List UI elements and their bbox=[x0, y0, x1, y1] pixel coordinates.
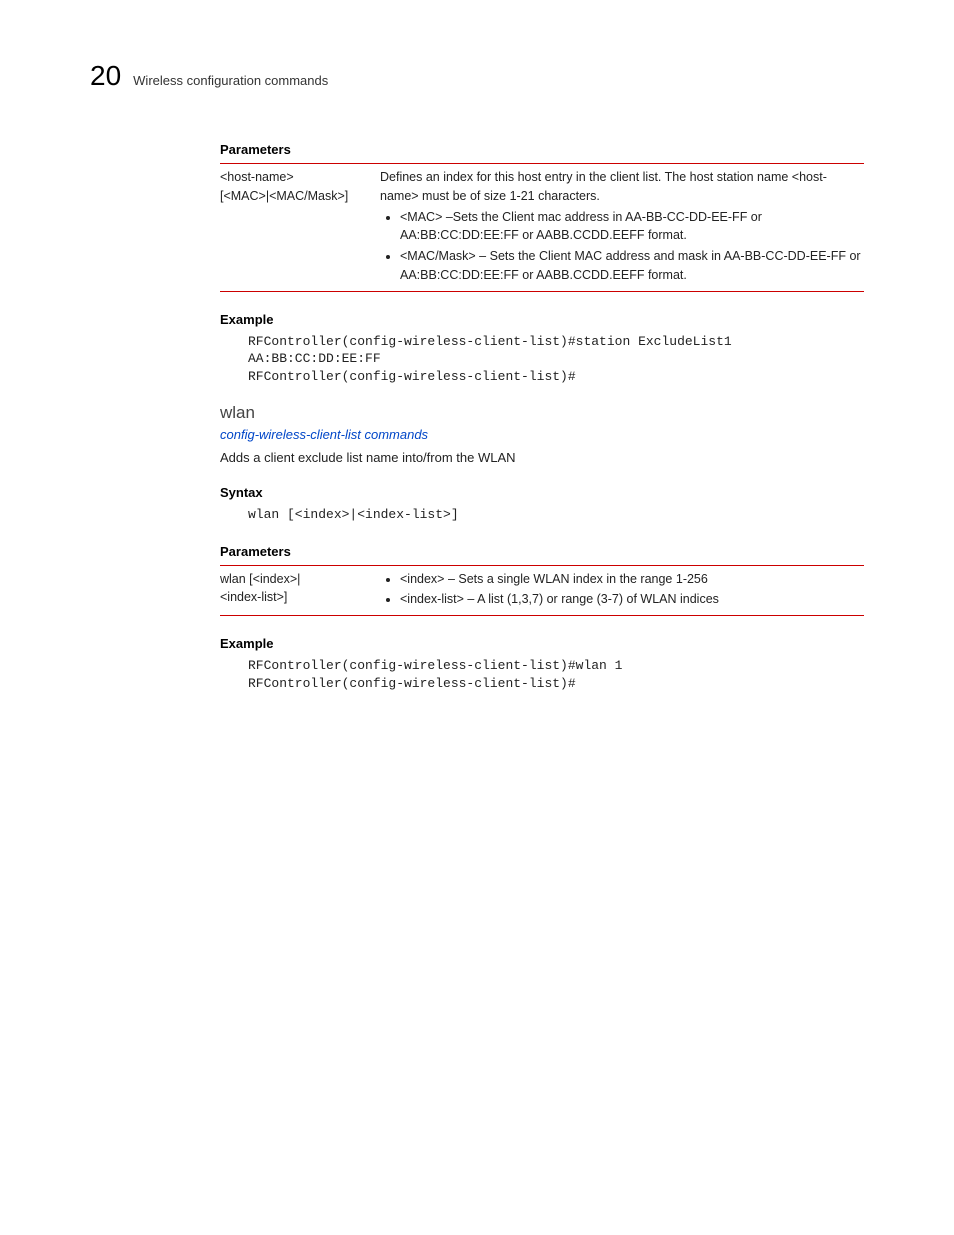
list-item: <MAC/Mask> – Sets the Client MAC address… bbox=[400, 247, 864, 285]
param-name-line: [<MAC>|<MAC/Mask>] bbox=[220, 187, 380, 206]
example-heading: Example bbox=[220, 312, 864, 327]
parameters-heading: Parameters bbox=[220, 544, 864, 559]
chapter-number: 20 bbox=[90, 60, 121, 92]
example-heading: Example bbox=[220, 636, 864, 651]
list-item: <MAC> –Sets the Client mac address in AA… bbox=[400, 208, 864, 246]
reference-link[interactable]: config-wireless-client-list commands bbox=[220, 427, 864, 442]
parameters-table: <host-name> [<MAC>|<MAC/Mask>] Defines a… bbox=[220, 163, 864, 292]
param-name-line: <index-list>] bbox=[220, 588, 380, 607]
list-item: <index-list> – A list (1,3,7) or range (… bbox=[400, 590, 864, 609]
param-name-line: wlan [<index>| bbox=[220, 570, 380, 589]
code-block: wlan [<index>|<index-list>] bbox=[248, 506, 864, 524]
page-content: Parameters <host-name> [<MAC>|<MAC/Mask>… bbox=[220, 142, 864, 692]
param-desc-intro: Defines an index for this host entry in … bbox=[380, 168, 864, 206]
param-name-cell: wlan [<index>| <index-list>] bbox=[220, 565, 380, 616]
chapter-title: Wireless configuration commands bbox=[133, 73, 328, 88]
table-row: <host-name> [<MAC>|<MAC/Mask>] Defines a… bbox=[220, 164, 864, 292]
document-page: 20 Wireless configuration commands Param… bbox=[0, 0, 954, 766]
syntax-heading: Syntax bbox=[220, 485, 864, 500]
param-desc-cell: Defines an index for this host entry in … bbox=[380, 164, 864, 292]
code-block: RFController(config-wireless-client-list… bbox=[248, 333, 864, 386]
wlan-heading: wlan bbox=[220, 403, 864, 423]
param-bullet-list: <MAC> –Sets the Client mac address in AA… bbox=[380, 208, 864, 285]
param-name-line: <host-name> bbox=[220, 168, 380, 187]
param-desc-cell: <index> – Sets a single WLAN index in th… bbox=[380, 565, 864, 616]
page-header: 20 Wireless configuration commands bbox=[90, 60, 864, 92]
table-row: wlan [<index>| <index-list>] <index> – S… bbox=[220, 565, 864, 616]
param-bullet-list: <index> – Sets a single WLAN index in th… bbox=[380, 570, 864, 610]
wlan-description: Adds a client exclude list name into/fro… bbox=[220, 450, 864, 465]
parameters-heading: Parameters bbox=[220, 142, 864, 157]
code-block: RFController(config-wireless-client-list… bbox=[248, 657, 864, 692]
param-name-cell: <host-name> [<MAC>|<MAC/Mask>] bbox=[220, 164, 380, 292]
list-item: <index> – Sets a single WLAN index in th… bbox=[400, 570, 864, 589]
parameters-table: wlan [<index>| <index-list>] <index> – S… bbox=[220, 565, 864, 617]
